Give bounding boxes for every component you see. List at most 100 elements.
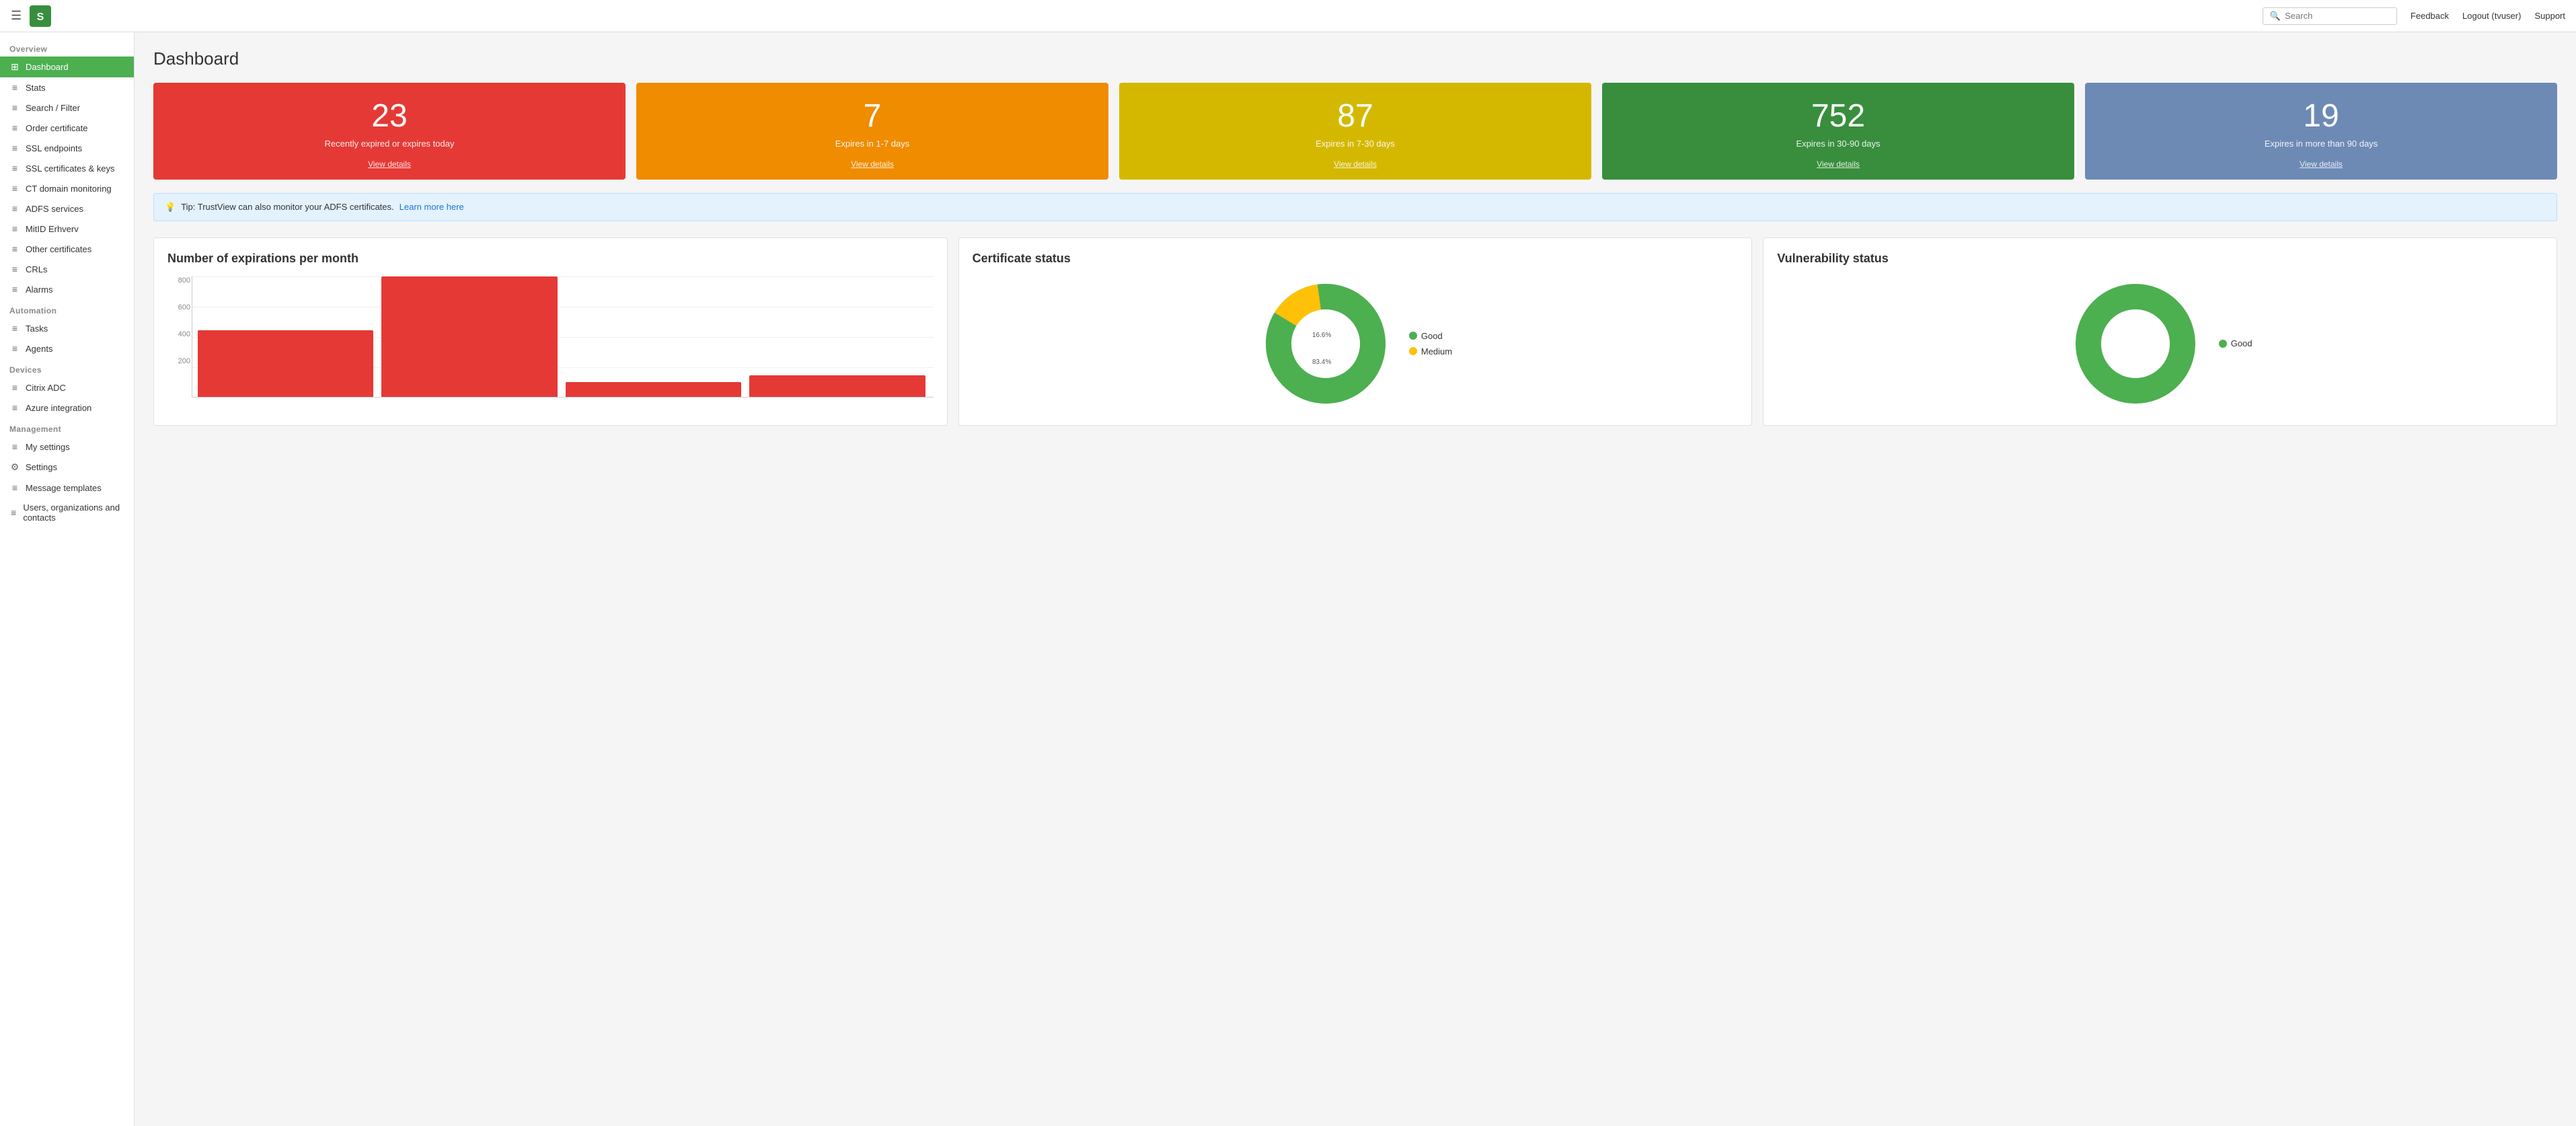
view-details-7-30days[interactable]: View details bbox=[1130, 159, 1581, 169]
mitid-icon: ≡ bbox=[9, 223, 20, 234]
page-title: Dashboard bbox=[153, 48, 2557, 69]
sidebar-item-crls[interactable]: ≡ CRLs bbox=[0, 259, 134, 279]
chart-cert-status-title: Certificate status bbox=[973, 252, 1739, 266]
stat-card-30-90days[interactable]: 752 Expires in 30-90 days View details bbox=[1602, 83, 2074, 180]
search-input[interactable] bbox=[2285, 11, 2379, 21]
topbar-right: 🔍 Feedback Logout (tvuser) Support bbox=[2263, 7, 2565, 25]
sidebar-item-tasks[interactable]: ≡ Tasks bbox=[0, 318, 134, 338]
sidebar-item-citrix-adc[interactable]: ≡ Citrix ADC bbox=[0, 377, 134, 398]
stat-card-7-30days[interactable]: 87 Expires in 7-30 days View details bbox=[1119, 83, 1591, 180]
stat-desc-30-90days: Expires in 30-90 days bbox=[1613, 139, 2063, 149]
sidebar-item-mitid-erhverv[interactable]: ≡ MitID Erhverv bbox=[0, 219, 134, 239]
legend-label-good: Good bbox=[1421, 331, 1443, 341]
sidebar-item-alarms[interactable]: ≡ Alarms bbox=[0, 279, 134, 299]
sidebar-item-users-organizations-contacts[interactable]: ≡ Users, organizations and contacts bbox=[0, 498, 134, 527]
settings-icon: ⚙ bbox=[9, 461, 20, 473]
layout: Overview ⊞ Dashboard ≡ Stats ≡ Search / … bbox=[0, 32, 2576, 1126]
sidebar-item-label: Agents bbox=[26, 344, 52, 354]
stat-cards: 23 Recently expired or expires today Vie… bbox=[153, 83, 2557, 180]
sidebar-item-ct-domain-monitoring[interactable]: ≡ CT domain monitoring bbox=[0, 178, 134, 198]
stats-icon: ≡ bbox=[9, 82, 20, 93]
users-icon: ≡ bbox=[9, 507, 17, 518]
devices-section-label: Devices bbox=[0, 359, 134, 377]
sidebar-item-label: Stats bbox=[26, 83, 46, 93]
feedback-link[interactable]: Feedback bbox=[2411, 11, 2449, 21]
legend-dot-good bbox=[1409, 332, 1417, 340]
donut-vuln-status-legend: Good bbox=[2219, 338, 2252, 348]
view-details-30-90days[interactable]: View details bbox=[1613, 159, 2063, 169]
sidebar-item-message-templates[interactable]: ≡ Message templates bbox=[0, 478, 134, 498]
view-details-expired[interactable]: View details bbox=[164, 159, 615, 169]
stat-desc-expired: Recently expired or expires today bbox=[164, 139, 615, 149]
sidebar-item-agents[interactable]: ≡ Agents bbox=[0, 338, 134, 359]
sidebar-item-label: My settings bbox=[26, 442, 70, 452]
tip-link[interactable]: Learn more here bbox=[400, 202, 464, 212]
view-details-90plus-days[interactable]: View details bbox=[2096, 159, 2546, 169]
chart-vulnerability-status: Vulnerability status Good bbox=[1763, 237, 2557, 426]
ssl-certs-icon: ≡ bbox=[9, 163, 20, 174]
agents-icon: ≡ bbox=[9, 343, 20, 354]
tasks-icon: ≡ bbox=[9, 323, 20, 334]
sidebar-item-other-certs[interactable]: ≡ Other certificates bbox=[0, 239, 134, 259]
topbar-left: ☰ S bbox=[11, 5, 51, 27]
sidebar-item-order-certificate[interactable]: ≡ Order certificate bbox=[0, 118, 134, 138]
sidebar-item-azure-integration[interactable]: ≡ Azure integration bbox=[0, 398, 134, 418]
search-box[interactable]: 🔍 bbox=[2263, 7, 2397, 25]
bar-2 bbox=[381, 276, 557, 397]
stat-card-90plus-days[interactable]: 19 Expires in more than 90 days View det… bbox=[2085, 83, 2557, 180]
sidebar-item-label: Azure integration bbox=[26, 403, 91, 413]
stat-desc-7-30days: Expires in 7-30 days bbox=[1130, 139, 1581, 149]
stat-number-90plus-days: 19 bbox=[2096, 99, 2546, 135]
sidebar-item-search-filter[interactable]: ≡ Search / Filter bbox=[0, 98, 134, 118]
sidebar-item-stats[interactable]: ≡ Stats bbox=[0, 77, 134, 98]
sidebar-item-label: MitID Erhverv bbox=[26, 224, 79, 234]
view-details-1-7days[interactable]: View details bbox=[647, 159, 1098, 169]
stat-card-1-7days[interactable]: 7 Expires in 1-7 days View details bbox=[636, 83, 1108, 180]
sidebar-item-label: Search / Filter bbox=[26, 103, 80, 113]
support-link[interactable]: Support bbox=[2534, 11, 2565, 21]
sidebar-item-label: Settings bbox=[26, 462, 57, 472]
dashboard-icon: ⊞ bbox=[9, 61, 20, 73]
logo-icon: S bbox=[30, 5, 51, 27]
stat-desc-1-7days: Expires in 1-7 days bbox=[647, 139, 1098, 149]
search-filter-icon: ≡ bbox=[9, 102, 20, 113]
legend-item-medium: Medium bbox=[1409, 346, 1452, 356]
sidebar-item-ssl-certs-keys[interactable]: ≡ SSL certificates & keys bbox=[0, 158, 134, 178]
ct-icon: ≡ bbox=[9, 183, 20, 194]
sidebar-item-settings[interactable]: ⚙ Settings bbox=[0, 457, 134, 478]
sidebar-item-adfs-services[interactable]: ≡ ADFS services bbox=[0, 198, 134, 219]
other-certs-icon: ≡ bbox=[9, 243, 20, 254]
sidebar-item-label: Dashboard bbox=[26, 62, 69, 72]
bar-4 bbox=[749, 375, 925, 397]
y-label-800: 800 bbox=[167, 276, 190, 285]
sidebar-item-label: CT domain monitoring bbox=[26, 184, 112, 194]
sidebar-item-label: Tasks bbox=[26, 324, 48, 334]
chart-expirations-title: Number of expirations per month bbox=[167, 252, 934, 266]
sidebar-item-my-settings[interactable]: ≡ My settings bbox=[0, 437, 134, 457]
donut-label-medium: 16.6% bbox=[1312, 332, 1331, 339]
chart-certificate-status: Certificate status 16.6% 83.4% bbox=[958, 237, 1753, 426]
y-label-600: 600 bbox=[167, 303, 190, 311]
sidebar-item-label: Order certificate bbox=[26, 123, 87, 133]
stat-card-expired[interactable]: 23 Recently expired or expires today Vie… bbox=[153, 83, 626, 180]
tip-box: 💡 Tip: TrustView can also monitor your A… bbox=[153, 193, 2557, 221]
legend-dot-medium bbox=[1409, 347, 1417, 355]
alarms-icon: ≡ bbox=[9, 284, 20, 295]
azure-icon: ≡ bbox=[9, 402, 20, 413]
topbar: ☰ S 🔍 Feedback Logout (tvuser) Support bbox=[0, 0, 2576, 32]
y-label-400: 400 bbox=[167, 330, 190, 338]
tip-icon: 💡 bbox=[165, 202, 176, 213]
stat-number-7-30days: 87 bbox=[1130, 99, 1581, 135]
sidebar-item-ssl-endpoints[interactable]: ≡ SSL endpoints bbox=[0, 138, 134, 158]
hamburger-icon[interactable]: ☰ bbox=[11, 9, 22, 23]
my-settings-icon: ≡ bbox=[9, 441, 20, 452]
donut-cert-status: 16.6% 83.4% Good Medium bbox=[973, 276, 1739, 411]
legend-item-vuln-good: Good bbox=[2219, 338, 2252, 348]
sidebar-item-label: Users, organizations and contacts bbox=[23, 502, 124, 523]
message-templates-icon: ≡ bbox=[9, 482, 20, 493]
management-section-label: Management bbox=[0, 418, 134, 437]
sidebar-item-dashboard[interactable]: ⊞ Dashboard bbox=[0, 57, 134, 77]
logout-link[interactable]: Logout (tvuser) bbox=[2462, 11, 2521, 21]
donut-label-good: 83.4% bbox=[1312, 359, 1331, 366]
y-label-200: 200 bbox=[167, 357, 190, 365]
